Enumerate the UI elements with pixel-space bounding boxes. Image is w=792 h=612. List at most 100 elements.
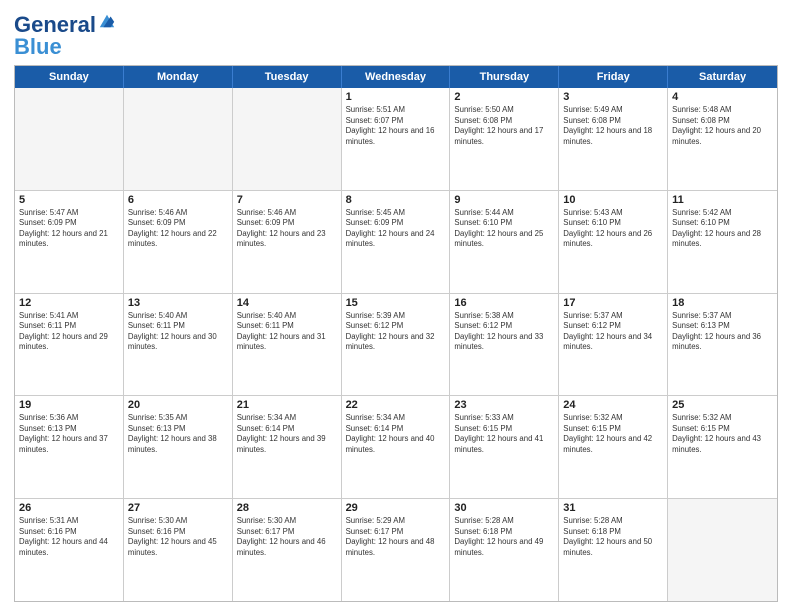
day-cell-27: 27 Sunrise: 5:30 AM Sunset: 6:16 PM Dayli… [124, 499, 233, 601]
cell-info: Sunrise: 5:45 AM Sunset: 6:09 PM Dayligh… [346, 208, 446, 250]
cell-info: Sunrise: 5:49 AM Sunset: 6:08 PM Dayligh… [563, 105, 663, 147]
day-number: 15 [346, 297, 446, 309]
cell-info: Sunrise: 5:42 AM Sunset: 6:10 PM Dayligh… [672, 208, 773, 250]
day-cell-14: 14 Sunrise: 5:40 AM Sunset: 6:11 PM Dayli… [233, 294, 342, 396]
cell-info: Sunrise: 5:51 AM Sunset: 6:07 PM Dayligh… [346, 105, 446, 147]
cell-info: Sunrise: 5:28 AM Sunset: 6:18 PM Dayligh… [454, 516, 554, 558]
cell-info: Sunrise: 5:37 AM Sunset: 6:12 PM Dayligh… [563, 311, 663, 353]
day-number: 30 [454, 502, 554, 514]
day-cell-10: 10Sunrise: 5:43 AM Sunset: 6:10 PM Dayli… [559, 191, 668, 293]
day-number: 2 [454, 91, 554, 103]
calendar-row-0: 1 Sunrise: 5:51 AM Sunset: 6:07 PM Daylig… [15, 88, 777, 190]
day-number: 7 [237, 194, 337, 206]
day-number: 27 [128, 502, 228, 514]
weekday-header-friday: Friday [559, 66, 668, 88]
cell-info: Sunrise: 5:32 AM Sunset: 6:15 PM Dayligh… [563, 413, 663, 455]
day-number: 29 [346, 502, 446, 514]
calendar-row-3: 19 Sunrise: 5:36 AM Sunset: 6:13 PM Dayli… [15, 395, 777, 498]
header: General Blue [14, 10, 778, 59]
cell-info: Sunrise: 5:30 AM Sunset: 6:16 PM Dayligh… [128, 516, 228, 558]
weekday-header-tuesday: Tuesday [233, 66, 342, 88]
day-number: 5 [19, 194, 119, 206]
day-number: 8 [346, 194, 446, 206]
day-number: 9 [454, 194, 554, 206]
day-cell-5: 5 Sunrise: 5:47 AM Sunset: 6:09 PM Daylig… [15, 191, 124, 293]
calendar: SundayMondayTuesdayWednesdayThursdayFrid… [14, 65, 778, 602]
cell-info: Sunrise: 5:39 AM Sunset: 6:12 PM Dayligh… [346, 311, 446, 353]
cell-info: Sunrise: 5:38 AM Sunset: 6:12 PM Dayligh… [454, 311, 554, 353]
day-number: 10 [563, 194, 663, 206]
day-cell-24: 24 Sunrise: 5:32 AM Sunset: 6:15 PM Dayli… [559, 396, 668, 498]
day-number: 21 [237, 399, 337, 411]
day-cell-15: 15 Sunrise: 5:39 AM Sunset: 6:12 PM Dayli… [342, 294, 451, 396]
day-number: 6 [128, 194, 228, 206]
empty-cell [124, 88, 233, 190]
day-number: 24 [563, 399, 663, 411]
cell-info: Sunrise: 5:50 AM Sunset: 6:08 PM Dayligh… [454, 105, 554, 147]
day-cell-19: 19 Sunrise: 5:36 AM Sunset: 6:13 PM Dayli… [15, 396, 124, 498]
day-cell-4: 4 Sunrise: 5:48 AM Sunset: 6:08 PM Daylig… [668, 88, 777, 190]
day-number: 16 [454, 297, 554, 309]
day-number: 12 [19, 297, 119, 309]
logo-text-line1: General [14, 14, 96, 36]
day-number: 26 [19, 502, 119, 514]
cell-info: Sunrise: 5:46 AM Sunset: 6:09 PM Dayligh… [237, 208, 337, 250]
cell-info: Sunrise: 5:47 AM Sunset: 6:09 PM Dayligh… [19, 208, 119, 250]
day-cell-29: 29Sunrise: 5:29 AM Sunset: 6:17 PM Dayli… [342, 499, 451, 601]
cell-info: Sunrise: 5:40 AM Sunset: 6:11 PM Dayligh… [128, 311, 228, 353]
day-number: 19 [19, 399, 119, 411]
day-cell-1: 1 Sunrise: 5:51 AM Sunset: 6:07 PM Daylig… [342, 88, 451, 190]
day-cell-8: 8 Sunrise: 5:45 AM Sunset: 6:09 PM Daylig… [342, 191, 451, 293]
day-cell-21: 21 Sunrise: 5:34 AM Sunset: 6:14 PM Dayli… [233, 396, 342, 498]
day-number: 14 [237, 297, 337, 309]
day-number: 20 [128, 399, 228, 411]
cell-info: Sunrise: 5:41 AM Sunset: 6:11 PM Dayligh… [19, 311, 119, 353]
day-cell-11: 11 Sunrise: 5:42 AM Sunset: 6:10 PM Dayli… [668, 191, 777, 293]
cell-info: Sunrise: 5:36 AM Sunset: 6:13 PM Dayligh… [19, 413, 119, 455]
cell-info: Sunrise: 5:44 AM Sunset: 6:10 PM Dayligh… [454, 208, 554, 250]
logo: General Blue [14, 14, 116, 59]
day-cell-20: 20Sunrise: 5:35 AM Sunset: 6:13 PM Dayli… [124, 396, 233, 498]
day-cell-22: 22 Sunrise: 5:34 AM Sunset: 6:14 PM Dayli… [342, 396, 451, 498]
day-cell-16: 16 Sunrise: 5:38 AM Sunset: 6:12 PM Dayli… [450, 294, 559, 396]
day-number: 4 [672, 91, 773, 103]
cell-info: Sunrise: 5:37 AM Sunset: 6:13 PM Dayligh… [672, 311, 773, 353]
calendar-row-4: 26Sunrise: 5:31 AM Sunset: 6:16 PM Dayli… [15, 498, 777, 601]
logo-text-line2: Blue [14, 34, 62, 59]
cell-info: Sunrise: 5:40 AM Sunset: 6:11 PM Dayligh… [237, 311, 337, 353]
empty-cell [668, 499, 777, 601]
day-number: 11 [672, 194, 773, 206]
day-number: 13 [128, 297, 228, 309]
logo-icon [98, 12, 116, 30]
cell-info: Sunrise: 5:28 AM Sunset: 6:18 PM Dayligh… [563, 516, 663, 558]
day-number: 31 [563, 502, 663, 514]
weekday-header-monday: Monday [124, 66, 233, 88]
day-number: 3 [563, 91, 663, 103]
cell-info: Sunrise: 5:33 AM Sunset: 6:15 PM Dayligh… [454, 413, 554, 455]
weekday-header-saturday: Saturday [668, 66, 777, 88]
cell-info: Sunrise: 5:48 AM Sunset: 6:08 PM Dayligh… [672, 105, 773, 147]
day-cell-30: 30 Sunrise: 5:28 AM Sunset: 6:18 PM Dayli… [450, 499, 559, 601]
day-cell-3: 3 Sunrise: 5:49 AM Sunset: 6:08 PM Daylig… [559, 88, 668, 190]
cell-info: Sunrise: 5:34 AM Sunset: 6:14 PM Dayligh… [346, 413, 446, 455]
page: General Blue SundayMondayTuesdayWednesda… [0, 0, 792, 612]
day-cell-18: 18Sunrise: 5:37 AM Sunset: 6:13 PM Dayli… [668, 294, 777, 396]
empty-cell [233, 88, 342, 190]
cell-info: Sunrise: 5:46 AM Sunset: 6:09 PM Dayligh… [128, 208, 228, 250]
day-cell-31: 31 Sunrise: 5:28 AM Sunset: 6:18 PM Dayli… [559, 499, 668, 601]
day-cell-9: 9 Sunrise: 5:44 AM Sunset: 6:10 PM Daylig… [450, 191, 559, 293]
day-cell-12: 12 Sunrise: 5:41 AM Sunset: 6:11 PM Dayli… [15, 294, 124, 396]
day-cell-2: 2 Sunrise: 5:50 AM Sunset: 6:08 PM Daylig… [450, 88, 559, 190]
day-number: 1 [346, 91, 446, 103]
cell-info: Sunrise: 5:32 AM Sunset: 6:15 PM Dayligh… [672, 413, 773, 455]
cell-info: Sunrise: 5:34 AM Sunset: 6:14 PM Dayligh… [237, 413, 337, 455]
day-number: 17 [563, 297, 663, 309]
calendar-header: SundayMondayTuesdayWednesdayThursdayFrid… [15, 66, 777, 88]
day-cell-23: 23Sunrise: 5:33 AM Sunset: 6:15 PM Dayli… [450, 396, 559, 498]
day-cell-17: 17 Sunrise: 5:37 AM Sunset: 6:12 PM Dayli… [559, 294, 668, 396]
day-number: 22 [346, 399, 446, 411]
weekday-header-wednesday: Wednesday [342, 66, 451, 88]
day-cell-28: 28Sunrise: 5:30 AM Sunset: 6:17 PM Dayli… [233, 499, 342, 601]
calendar-row-1: 5 Sunrise: 5:47 AM Sunset: 6:09 PM Daylig… [15, 190, 777, 293]
day-cell-7: 7 Sunrise: 5:46 AM Sunset: 6:09 PM Daylig… [233, 191, 342, 293]
